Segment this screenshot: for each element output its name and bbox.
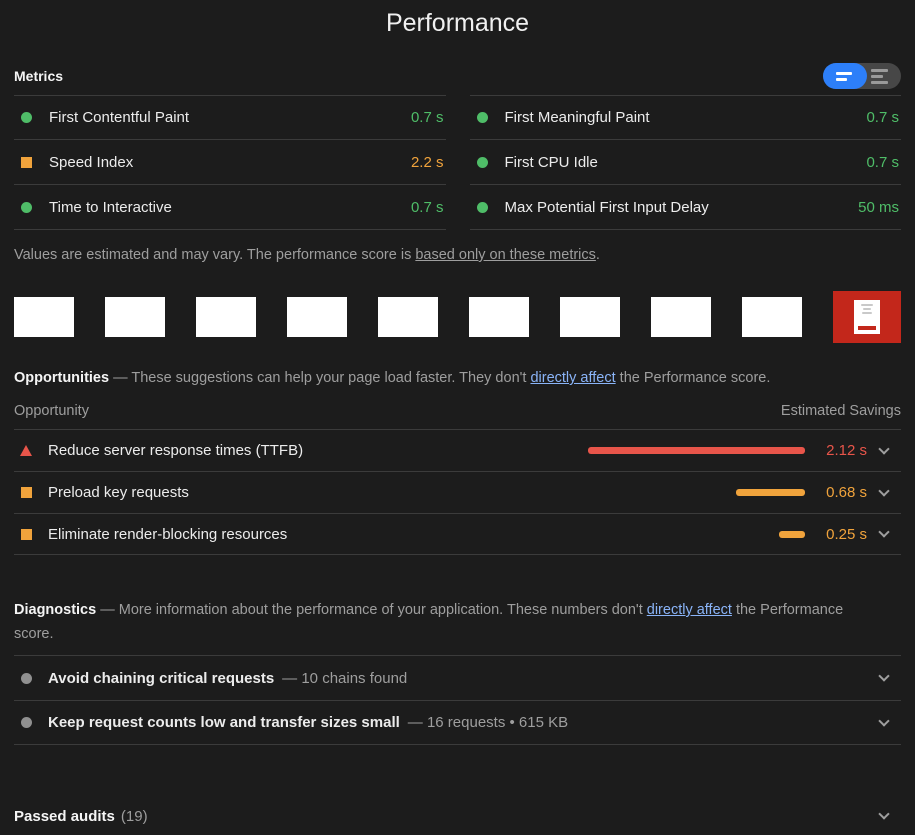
- filmstrip-thumbnail: [196, 297, 256, 337]
- diagnostic-row-critical-requests[interactable]: Avoid chaining critical requests — 10 ch…: [14, 655, 901, 700]
- chevron-down-icon: [867, 491, 901, 495]
- metric-row: First CPU Idle 0.7 s: [470, 140, 902, 185]
- directly-affect-link[interactable]: directly affect: [530, 370, 615, 386]
- opportunity-row-ttfb[interactable]: Reduce server response times (TTFB) 2.12…: [14, 429, 901, 471]
- filmstrip-thumbnail: [651, 297, 711, 337]
- metrics-column-left: First Contentful Paint 0.7 s Speed Index…: [14, 95, 446, 230]
- metric-row: Speed Index 2.2 s: [14, 140, 446, 185]
- average-square-icon: [21, 157, 32, 168]
- opportunity-label: Eliminate render-blocking resources: [48, 526, 287, 543]
- diagnostic-detail: — 16 requests • 615 KB: [408, 714, 568, 731]
- average-square-icon: [21, 529, 32, 540]
- directly-affect-link[interactable]: directly affect: [647, 602, 732, 618]
- metric-value: 0.7 s: [411, 199, 444, 216]
- passed-audits-count: (19): [121, 808, 148, 825]
- passed-audits-header[interactable]: Passed audits (19): [14, 801, 901, 831]
- savings-value: 0.68 s: [815, 484, 867, 501]
- diagnostic-row-request-counts[interactable]: Keep request counts low and transfer siz…: [14, 700, 901, 745]
- average-square-icon: [21, 487, 32, 498]
- metric-row: Max Potential First Input Delay 50 ms: [470, 185, 902, 230]
- diagnostic-label: Keep request counts low and transfer siz…: [48, 714, 400, 731]
- diagnostics-heading: Diagnostics — More information about the…: [14, 598, 864, 646]
- dense-view-icon: [836, 72, 852, 75]
- informative-circle-icon: [21, 673, 32, 684]
- filmstrip-thumbnail-final: [833, 291, 901, 343]
- metrics-disclaimer: Values are estimated and may vary. The p…: [14, 247, 901, 263]
- list-view-toggle-button[interactable]: [861, 63, 901, 89]
- filmstrip-thumbnail: [14, 297, 74, 337]
- savings-bar: [588, 447, 805, 454]
- opportunity-row-preload[interactable]: Preload key requests 0.68 s: [14, 471, 901, 513]
- page-title: Performance: [14, 0, 901, 38]
- opportunities-column-headers: Opportunity Estimated Savings: [14, 403, 901, 429]
- metric-label: First CPU Idle: [505, 154, 598, 171]
- metric-row: First Meaningful Paint 0.7 s: [470, 95, 902, 140]
- chevron-down-icon: [867, 721, 901, 725]
- metric-label: Max Potential First Input Delay: [505, 199, 709, 216]
- metric-value: 2.2 s: [411, 154, 444, 171]
- metric-label: First Contentful Paint: [49, 109, 189, 126]
- filmstrip-thumbnail: [469, 297, 529, 337]
- savings-value: 2.12 s: [815, 442, 867, 459]
- filmstrip-thumbnail: [560, 297, 620, 337]
- pass-circle-icon: [477, 202, 488, 213]
- savings-bar: [779, 531, 805, 538]
- opportunity-row-render-blocking[interactable]: Eliminate render-blocking resources 0.25…: [14, 513, 901, 555]
- filmstrip: [14, 290, 901, 344]
- pass-circle-icon: [477, 112, 488, 123]
- informative-circle-icon: [21, 717, 32, 728]
- metric-label: Time to Interactive: [49, 199, 172, 216]
- col-opportunity: Opportunity: [14, 403, 89, 419]
- filmstrip-thumbnail: [378, 297, 438, 337]
- pass-circle-icon: [477, 157, 488, 168]
- opportunity-label: Preload key requests: [48, 484, 189, 501]
- metric-row: Time to Interactive 0.7 s: [14, 185, 446, 230]
- mini-login-card: [854, 300, 880, 334]
- pass-circle-icon: [21, 112, 32, 123]
- metric-value: 0.7 s: [866, 154, 899, 171]
- fail-triangle-icon: [20, 445, 32, 456]
- filmstrip-thumbnail: [287, 297, 347, 337]
- dense-view-toggle-button[interactable]: [823, 63, 867, 89]
- metrics-column-right: First Meaningful Paint 0.7 s First CPU I…: [470, 95, 902, 230]
- diagnostic-detail: — 10 chains found: [282, 670, 407, 687]
- savings-bar: [736, 489, 805, 496]
- savings-value: 0.25 s: [815, 526, 867, 543]
- metrics-header: Metrics: [14, 63, 901, 89]
- filmstrip-thumbnail: [742, 297, 802, 337]
- chevron-down-icon: [867, 449, 901, 453]
- opportunities-list: Reduce server response times (TTFB) 2.12…: [14, 429, 901, 555]
- chevron-down-icon: [867, 676, 901, 680]
- metric-label: Speed Index: [49, 154, 133, 171]
- diagnostic-label: Avoid chaining critical requests: [48, 670, 274, 687]
- col-estimated-savings: Estimated Savings: [781, 403, 901, 419]
- list-view-icon: [871, 69, 888, 72]
- based-on-metrics-link[interactable]: based only on these metrics: [415, 247, 596, 263]
- metric-value: 50 ms: [858, 199, 899, 216]
- metric-value: 0.7 s: [411, 109, 444, 126]
- pass-circle-icon: [21, 202, 32, 213]
- chevron-down-icon: [867, 532, 901, 536]
- metric-value: 0.7 s: [866, 109, 899, 126]
- metrics-view-toggle: [823, 63, 901, 89]
- metrics-heading: Metrics: [14, 68, 63, 84]
- filmstrip-thumbnail: [105, 297, 165, 337]
- diagnostics-list: Avoid chaining critical requests — 10 ch…: [14, 655, 901, 745]
- chevron-down-icon: [867, 814, 901, 818]
- opportunity-label: Reduce server response times (TTFB): [48, 442, 303, 459]
- metrics-grid: First Contentful Paint 0.7 s Speed Index…: [14, 95, 901, 230]
- metric-row: First Contentful Paint 0.7 s: [14, 95, 446, 140]
- metric-label: First Meaningful Paint: [505, 109, 650, 126]
- passed-audits-label: Passed audits: [14, 808, 115, 825]
- opportunities-heading: Opportunities — These suggestions can he…: [14, 370, 901, 386]
